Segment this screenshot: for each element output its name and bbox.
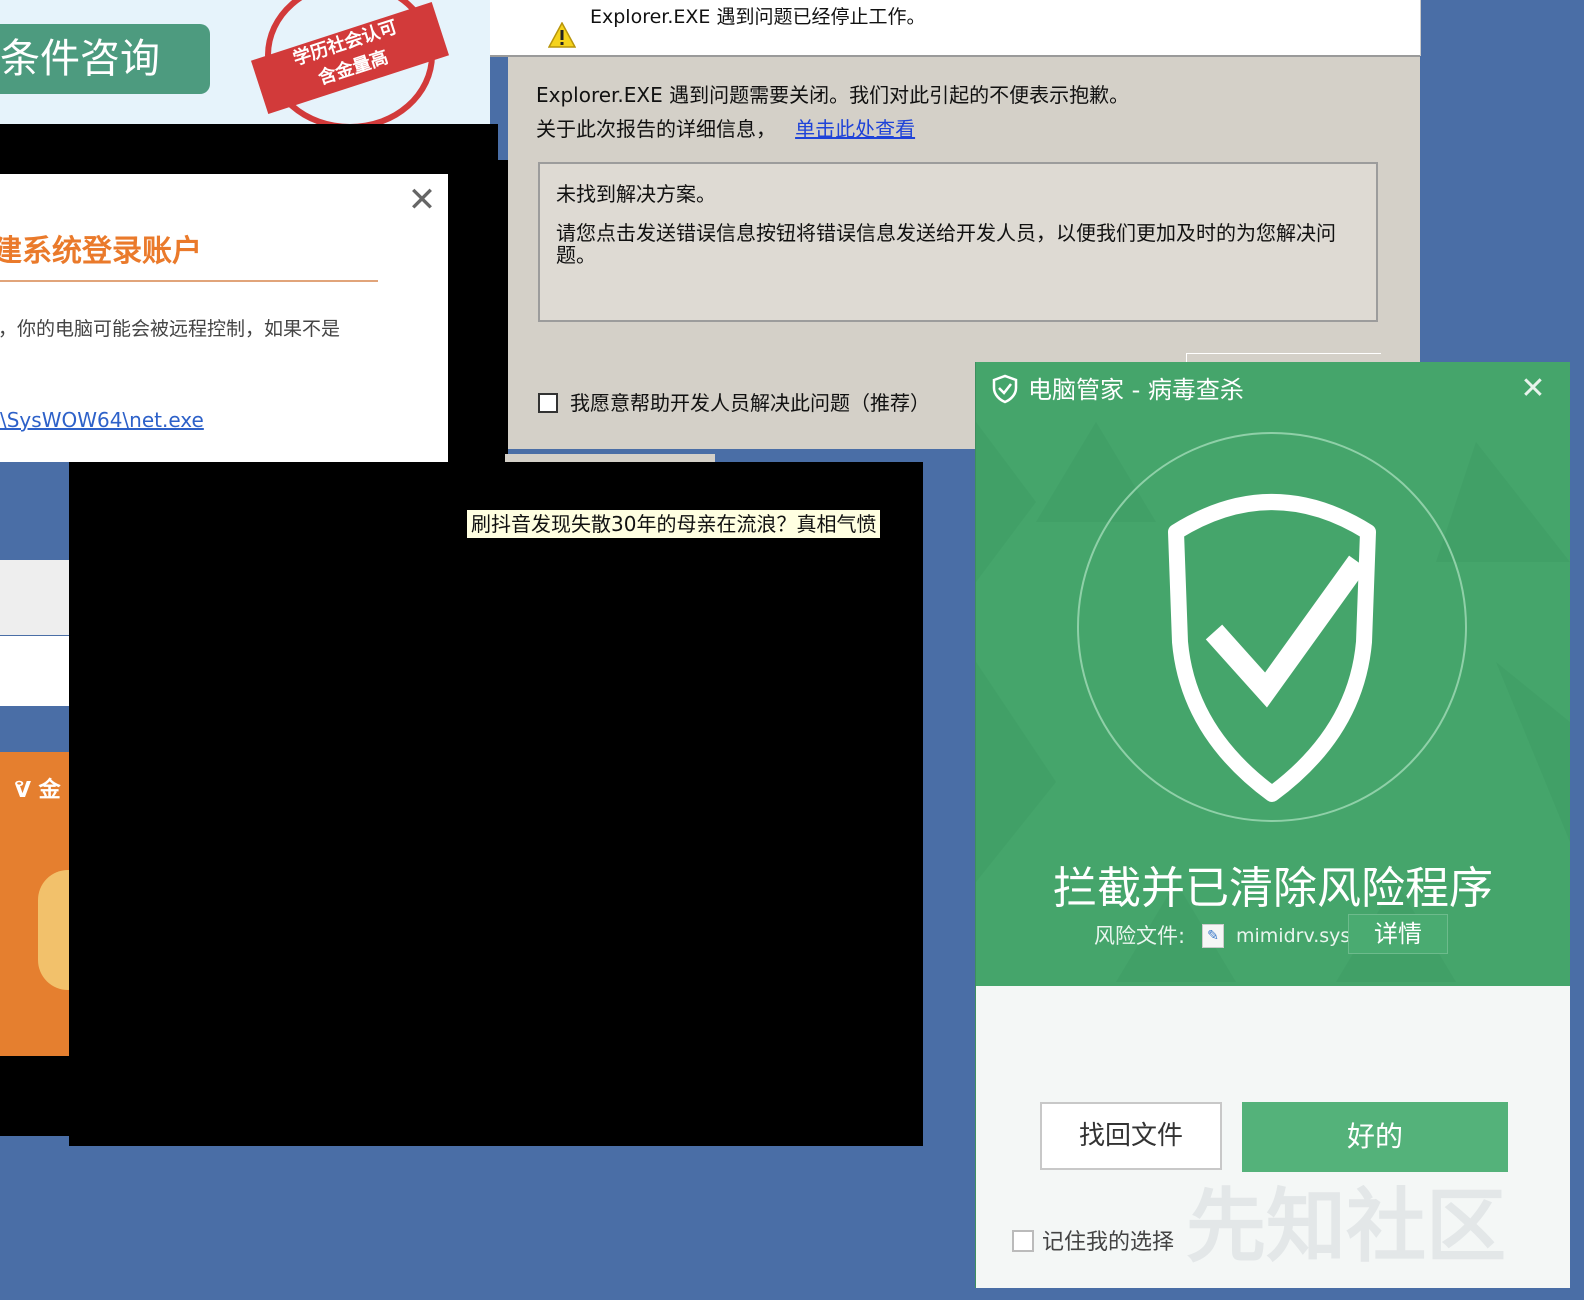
- remember-choice-checkbox[interactable]: [1012, 1230, 1034, 1252]
- news-headline-tooltip[interactable]: 刷抖音发现失散30年的母亲在流浪？真相气愤: [467, 510, 881, 538]
- warning-icon: [548, 22, 576, 48]
- dialog-title: 建系统登录账户: [0, 234, 202, 269]
- view-details-link[interactable]: 单击此处查看: [795, 117, 915, 141]
- help-developers-option[interactable]: 我愿意帮助开发人员解决此问题（推荐）: [538, 387, 930, 416]
- background-panel: [505, 454, 715, 462]
- login-warning-dialog: 建系统登录账户 ，你的电脑可能会被远程控制，如果不是 \SysWOW64\net…: [0, 174, 448, 462]
- details-prefix: 关于此次报告的详细信息，: [536, 117, 776, 141]
- error-details-row: 关于此次报告的详细信息， 单击此处查看: [536, 113, 915, 142]
- black-window-region: [0, 124, 498, 176]
- help-developers-checkbox[interactable]: [538, 393, 558, 413]
- risk-file-label: 风险文件:: [1094, 924, 1186, 948]
- error-title: Explorer.EXE 遇到问题已经停止工作。: [590, 6, 926, 28]
- shield-icon: [992, 374, 1018, 404]
- details-button[interactable]: 详情: [1348, 914, 1448, 954]
- close-icon[interactable]: ✕: [1516, 372, 1550, 406]
- process-path-link[interactable]: \SysWOW64\net.exe: [0, 408, 204, 432]
- result-headline: 拦截并已清除风险程序: [1053, 863, 1493, 914]
- ad-banner: 条件咨询 学历社会认可 含金量高: [0, 0, 490, 130]
- ok-button[interactable]: 好的: [1242, 1102, 1508, 1172]
- error-dialog-header: Explorer.EXE 遇到问题已经停止工作。: [490, 0, 1421, 56]
- shield-check-icon: [1077, 432, 1467, 822]
- close-icon[interactable]: ✕: [404, 182, 440, 218]
- remember-choice-option[interactable]: 记住我的选择: [1012, 1224, 1174, 1256]
- solution-heading: 未找到解决方案。: [556, 182, 716, 206]
- remember-choice-label: 记住我的选择: [1042, 1230, 1175, 1255]
- popup-title: 电脑管家 - 病毒查杀: [1028, 376, 1244, 404]
- consult-button[interactable]: 条件咨询: [0, 24, 210, 94]
- background-panel: [0, 636, 75, 706]
- watermark-text: 先知社区: [1186, 1180, 1506, 1273]
- solution-box: 未找到解决方案。 请您点击发送错误信息按钮将错误信息发送给开发人员，以便我们更加…: [538, 162, 1378, 322]
- error-message: Explorer.EXE 遇到问题需要关闭。我们对此引起的不便表示抱歉。: [536, 83, 1130, 107]
- orange-ad-brand: ᕓ 金: [14, 778, 61, 803]
- solution-text: 请您点击发送错误信息按钮将错误信息发送给开发人员，以便我们更加及时的为您解决问题…: [556, 221, 1336, 267]
- background-panel: [0, 560, 75, 635]
- black-window-region: [0, 1056, 75, 1136]
- warning-message: ，你的电脑可能会被远程控制，如果不是: [0, 318, 341, 340]
- black-window-region: [69, 462, 923, 1146]
- file-icon: ✎: [1202, 924, 1224, 948]
- risk-file-name: mimidrv.sys: [1236, 925, 1351, 947]
- recover-file-button[interactable]: 找回文件: [1040, 1102, 1222, 1170]
- checkbox-label: 我愿意帮助开发人员解决此问题（推荐）: [570, 391, 930, 415]
- pc-manager-popup: 电脑管家 - 病毒查杀 ✕ 拦截并已清除风险程序 风险文件: ✎ mimidrv…: [975, 362, 1570, 1288]
- black-window-region: [448, 160, 508, 465]
- divider: [0, 280, 378, 282]
